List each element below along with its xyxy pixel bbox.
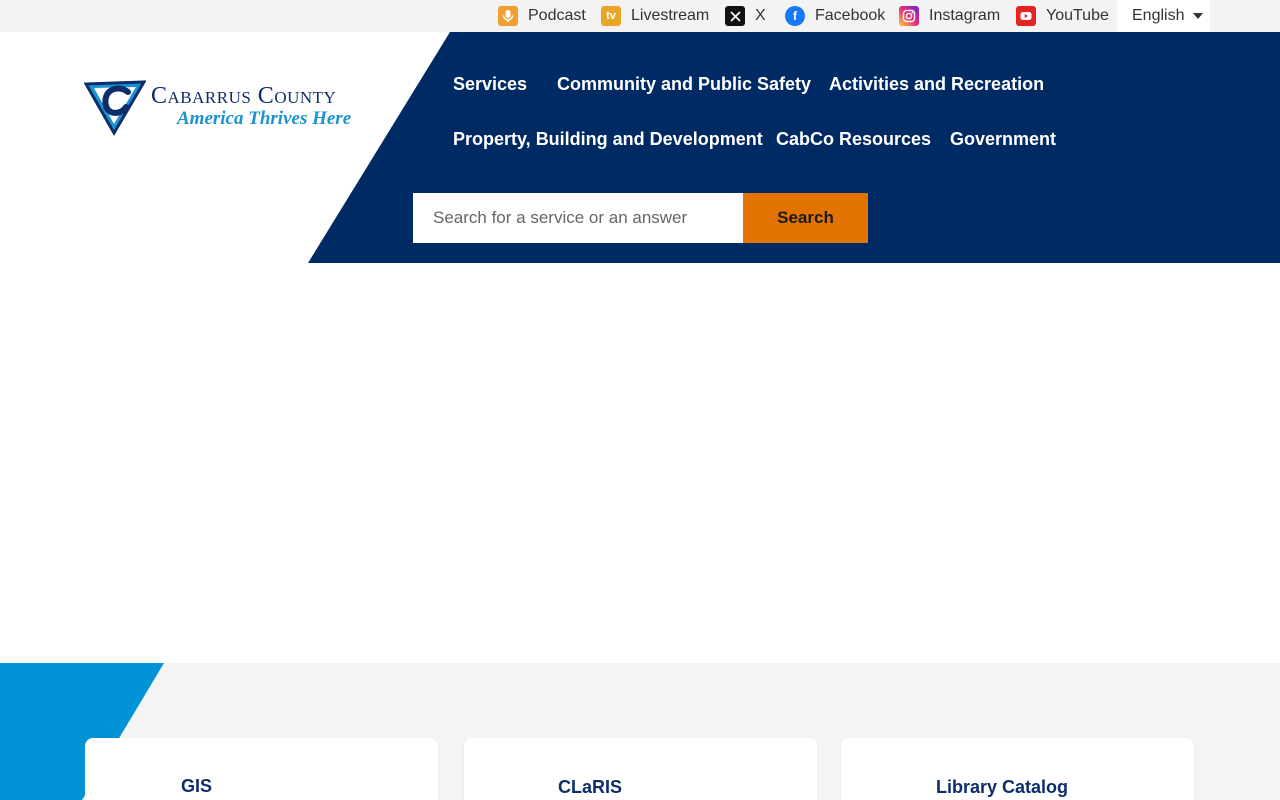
utility-bar: Podcast tv Livestream X f Facebook Insta…: [0, 0, 1280, 32]
logo-tagline: America Thrives Here: [177, 108, 352, 129]
instagram-link[interactable]: Instagram: [899, 0, 1000, 32]
card-title: CLaRIS: [558, 777, 623, 797]
podcast-link[interactable]: Podcast: [498, 0, 586, 32]
nav-cabco-resources[interactable]: CabCo Resources: [776, 129, 931, 150]
x-link[interactable]: X: [725, 0, 766, 32]
nav-activities-recreation[interactable]: Activities and Recreation: [829, 74, 1044, 95]
logo-county-name: Cabarrus County: [151, 83, 337, 109]
nav-community-public-safety[interactable]: Community and Public Safety: [557, 74, 811, 95]
instagram-label: Instagram: [929, 7, 1001, 24]
search-button[interactable]: Search: [743, 193, 868, 243]
youtube-icon: [1016, 6, 1036, 26]
card-title: GIS: [181, 776, 213, 796]
search-input[interactable]: [413, 193, 743, 243]
logo-emblem-icon: [84, 80, 146, 136]
podcast-label: Podcast: [528, 7, 586, 24]
facebook-link[interactable]: f Facebook: [785, 0, 885, 32]
nav-services[interactable]: Services: [453, 74, 527, 95]
card-library-catalog[interactable]: Library Catalog: [841, 738, 1194, 800]
podcast-icon: [498, 6, 518, 26]
livestream-label: Livestream: [631, 7, 710, 24]
livestream-link[interactable]: tv Livestream: [601, 0, 709, 32]
youtube-link[interactable]: YouTube: [1016, 0, 1109, 32]
card-title: Library Catalog: [936, 777, 1069, 797]
language-select[interactable]: English: [1117, 0, 1210, 32]
x-label: X: [755, 7, 766, 24]
county-logo[interactable]: Cabarrus County America Thrives Here: [84, 80, 384, 136]
facebook-icon: f: [785, 6, 805, 26]
card-gis[interactable]: GIS: [85, 738, 438, 800]
facebook-label: Facebook: [815, 7, 886, 24]
nav-property-building-development[interactable]: Property, Building and Development: [453, 129, 763, 150]
quick-links-section: GIS CLaRIS Library Catalog: [0, 663, 1280, 800]
caret-down-icon: [1193, 13, 1204, 19]
card-claris[interactable]: CLaRIS: [464, 738, 817, 800]
instagram-icon: [899, 6, 919, 26]
language-label: English: [1132, 7, 1185, 24]
x-icon: [725, 6, 745, 26]
nav-government[interactable]: Government: [950, 129, 1056, 150]
youtube-label: YouTube: [1046, 7, 1109, 24]
livestream-icon: tv: [601, 6, 621, 26]
